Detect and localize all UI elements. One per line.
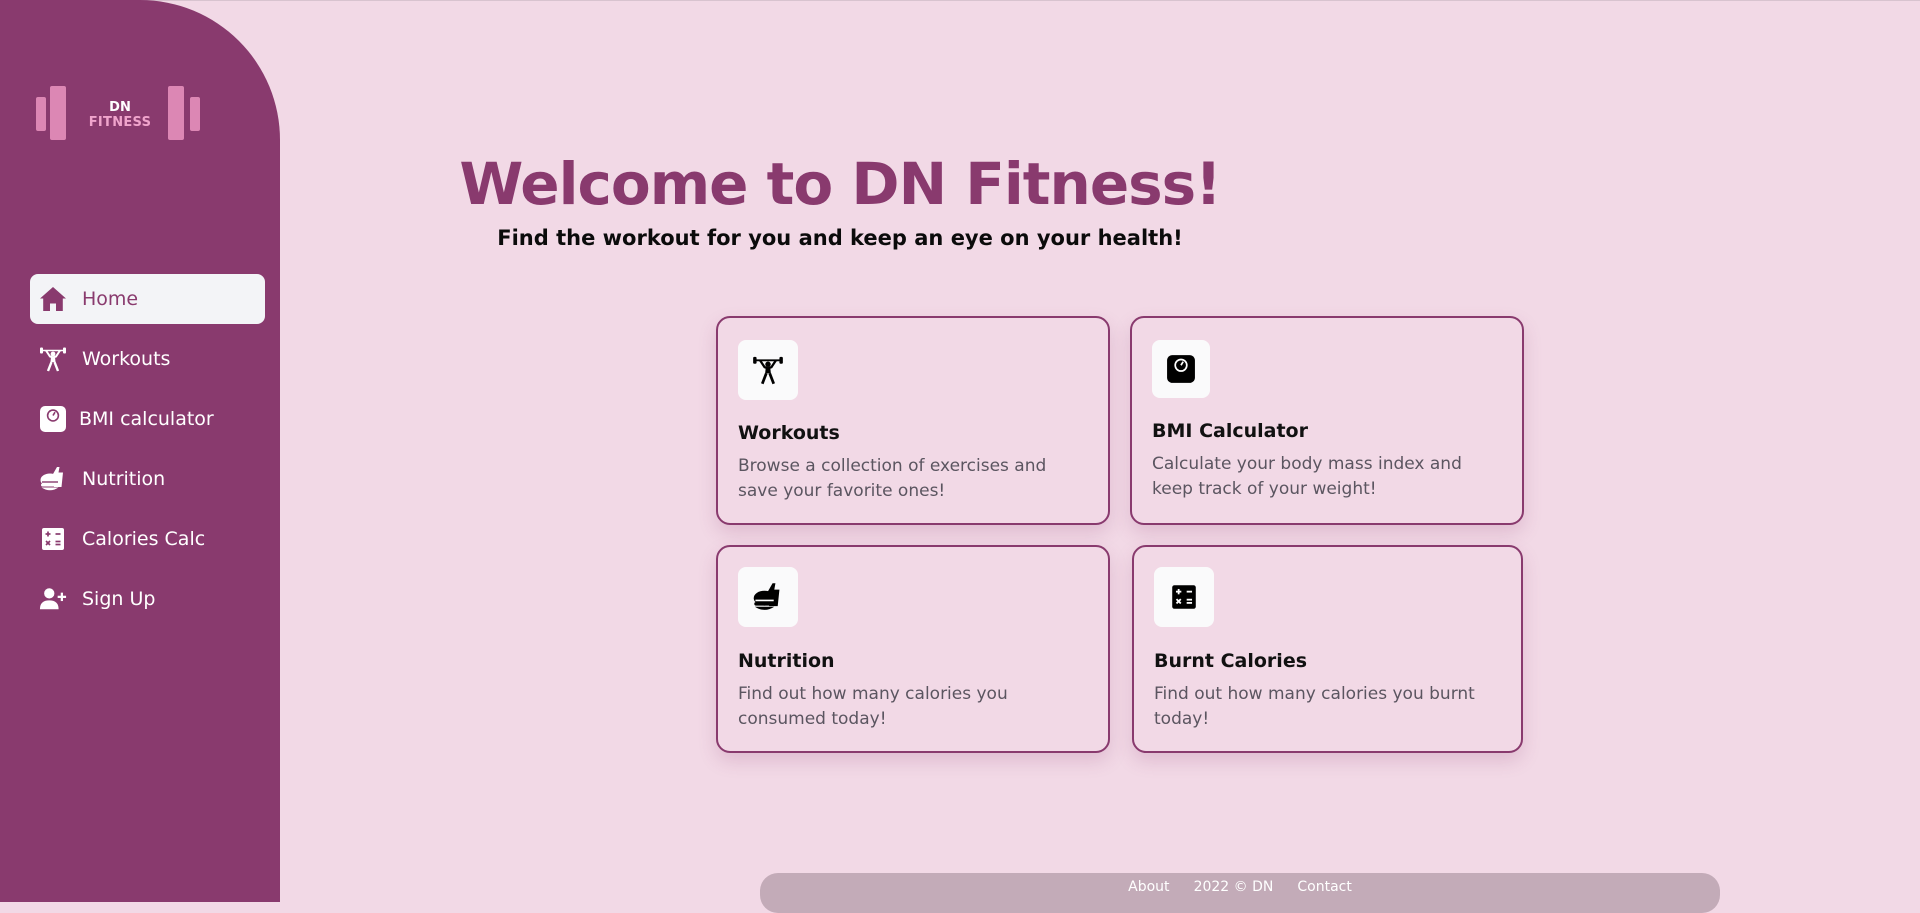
sidebar-item-calories-calc[interactable]: Calories Calc (30, 514, 265, 564)
sidebar-item-label: Home (82, 288, 139, 310)
sidebar-nav: Home Workouts BMI calculator Nutrition C… (30, 274, 265, 634)
sidebar-item-label: BMI calculator (79, 408, 214, 430)
card-workouts[interactable]: Workouts Browse a collection of exercise… (716, 316, 1110, 525)
card-description: Browse a collection of exercises and sav… (738, 456, 1047, 501)
card-bmi-calculator[interactable]: BMI Calculator Calculate your body mass … (1130, 316, 1524, 525)
logo-text: DN FITNESS (86, 100, 154, 130)
logo-dumbbell-right-outer (190, 97, 200, 131)
card-burnt-calories[interactable]: Burnt Calories Find out how many calorie… (1132, 545, 1523, 753)
main-content: Welcome to DN Fitness! Find the workout … (280, 0, 1920, 913)
footer-contact-link[interactable]: Contact (1297, 879, 1351, 895)
sidebar-item-nutrition[interactable]: Nutrition (30, 454, 265, 504)
scale-icon (39, 405, 67, 433)
page-subtitle: Find the workout for you and keep an eye… (497, 226, 1183, 250)
card-title: Burnt Calories (1154, 650, 1308, 672)
sidebar-item-home[interactable]: Home (30, 274, 265, 324)
user-plus-icon (39, 585, 67, 613)
sidebar-item-label: Sign Up (82, 588, 156, 610)
food-icon (738, 567, 798, 627)
food-icon (39, 465, 67, 493)
weightlifter-icon (738, 340, 798, 400)
sidebar-item-label: Calories Calc (82, 528, 206, 550)
footer-copyright: 2022 © DN (1193, 879, 1274, 895)
calculator-icon (1154, 567, 1214, 627)
card-description: Find out how many calories you burnt tod… (1154, 684, 1475, 729)
sidebar-item-label: Workouts (82, 348, 171, 370)
card-nutrition[interactable]: Nutrition Find out how many calories you… (716, 545, 1110, 753)
footer: About 2022 © DN Contact (760, 873, 1720, 913)
home-icon (39, 285, 67, 313)
logo-dumbbell-right-inner (168, 86, 184, 140)
card-description: Find out how many calories you consumed … (738, 684, 1008, 729)
sidebar-item-bmi-calculator[interactable]: BMI calculator (30, 394, 265, 444)
footer-about-link[interactable]: About (1128, 879, 1169, 895)
card-title: BMI Calculator (1152, 420, 1308, 442)
sidebar-item-workouts[interactable]: Workouts (30, 334, 265, 384)
weightlifter-icon (39, 345, 67, 373)
page-title: Welcome to DN Fitness! (459, 150, 1221, 218)
card-description: Calculate your body mass index and keep … (1152, 454, 1462, 499)
logo-dumbbell-left-inner (50, 86, 66, 140)
logo-dumbbell-left-outer (36, 97, 46, 131)
card-title: Workouts (738, 422, 840, 444)
logo-line-2: FITNESS (88, 115, 152, 130)
calculator-icon (39, 525, 67, 553)
sidebar-item-sign-up[interactable]: Sign Up (30, 574, 265, 624)
logo-line-1: DN (109, 100, 131, 115)
sidebar: DN FITNESS Home Workouts BMI calculator … (0, 0, 280, 902)
sidebar-item-label: Nutrition (82, 468, 166, 490)
logo[interactable]: DN FITNESS (36, 86, 204, 142)
card-title: Nutrition (738, 650, 835, 672)
scale-icon (1152, 340, 1210, 398)
